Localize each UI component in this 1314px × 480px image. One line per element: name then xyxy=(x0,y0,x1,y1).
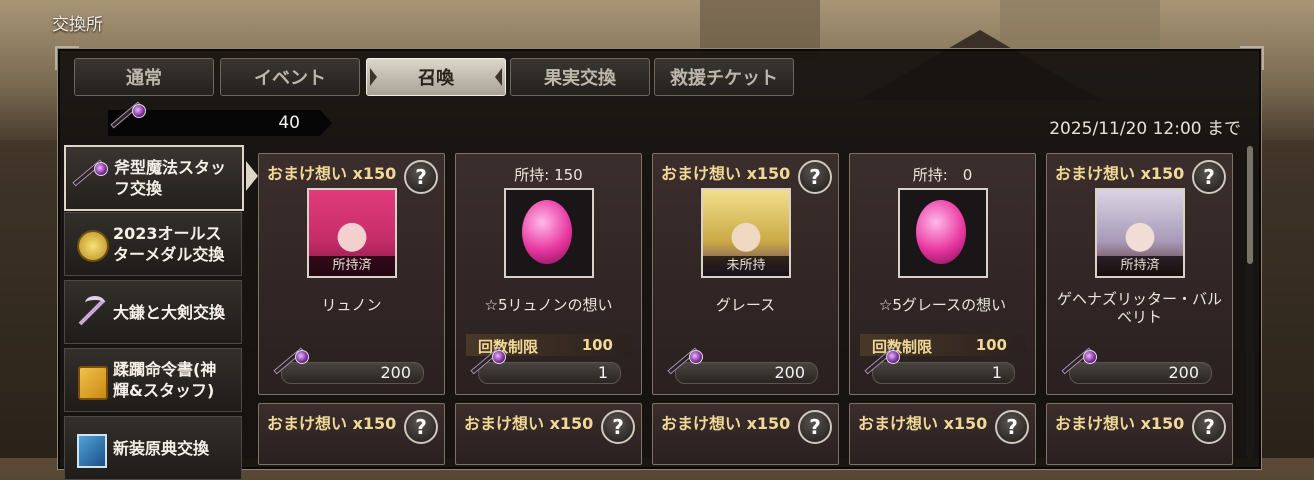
sidebar-item-label: 蹂躙命令書(神 輝&スタッフ) xyxy=(113,360,217,400)
window-title: 交換所 xyxy=(52,15,103,35)
panel-corner-ornament xyxy=(1240,46,1264,70)
help-button[interactable]: ? xyxy=(404,410,438,444)
bonus-label: おまけ想い x150 xyxy=(858,414,988,433)
staff-icon xyxy=(110,101,150,136)
tab-fruit-exchange[interactable]: 果実交換 xyxy=(510,58,650,96)
item-name: グレース xyxy=(715,296,776,314)
exchange-card[interactable]: おまけ想い x150 ? xyxy=(1046,403,1233,465)
tab-rescue-ticket[interactable]: 救援チケット xyxy=(654,58,794,96)
exchange-card[interactable]: おまけ想い x150 ? 未所持 グレース 200 xyxy=(652,153,839,395)
character-portrait: 所持済 xyxy=(1095,188,1185,278)
exchange-card[interactable]: おまけ想い x150 ? xyxy=(258,403,445,465)
help-button[interactable]: ? xyxy=(404,160,438,194)
sidebar-item-new-scripture[interactable]: 新装原典交換 xyxy=(64,416,242,480)
owned-count: 所持: 0 xyxy=(912,166,973,184)
help-button[interactable]: ? xyxy=(1192,160,1226,194)
bonus-label: おまけ想い x150 xyxy=(267,414,397,433)
exchange-card[interactable]: おまけ想い x150 ? 所持済 ゲヘナズリッター・バルベリト 200 xyxy=(1046,153,1233,395)
exchange-card[interactable]: おまけ想い x150 ? xyxy=(849,403,1036,465)
tab-summon[interactable]: 召喚 xyxy=(366,58,506,96)
staff-icon xyxy=(864,347,904,382)
bonus-label: おまけ想い x150 xyxy=(464,414,594,433)
sidebar-item-axe-staff[interactable]: 斧型魔法スタッ フ交換 xyxy=(64,145,258,211)
limit-value: 100 xyxy=(581,336,613,354)
bonus-label: おまけ想い x150 xyxy=(1055,164,1185,183)
memory-gem-icon xyxy=(504,188,594,278)
cost-value: 200 xyxy=(380,363,411,382)
sidebar-item-label: 大鎌と大剣交換 xyxy=(113,302,226,322)
help-button[interactable]: ? xyxy=(995,410,1029,444)
character-portrait: 所持済 xyxy=(307,188,397,278)
exchange-card[interactable]: おまけ想い x150 ? xyxy=(652,403,839,465)
limit-value: 100 xyxy=(975,336,1007,354)
item-name: ☆5グレースの想い xyxy=(878,296,1007,314)
cost-value: 1 xyxy=(597,363,608,382)
character-portrait: 未所持 xyxy=(701,188,791,278)
exchange-deadline: 2025/11/20 12:00 まで xyxy=(1049,119,1241,139)
book-icon xyxy=(71,428,111,468)
item-name: ゲヘナズリッター・バルベリト xyxy=(1056,290,1222,326)
staff-icon xyxy=(1061,347,1101,382)
staff-icon xyxy=(273,347,313,382)
exchange-card[interactable]: 所持: 0 ☆5グレースの想い 回数制限 100 1 xyxy=(849,153,1036,395)
sidebar-item-label: 新装原典交換 xyxy=(113,438,210,458)
exchange-card[interactable]: 所持: 150 ☆5リュノンの想い 回数制限 100 1 xyxy=(455,153,642,395)
tab-normal[interactable]: 通常 xyxy=(74,58,214,96)
medal-icon xyxy=(71,224,111,264)
item-name: ☆5リュノンの想い xyxy=(484,296,613,314)
help-button[interactable]: ? xyxy=(798,410,832,444)
exchange-card[interactable]: おまけ想い x150 ? xyxy=(455,403,642,465)
help-button[interactable]: ? xyxy=(601,410,635,444)
ownership-tag: 未所持 xyxy=(703,256,789,276)
scroll-thumb[interactable] xyxy=(1247,146,1253,264)
cost-value: 1 xyxy=(991,363,1002,382)
scrollbar[interactable] xyxy=(1246,144,1254,458)
memory-gem-icon xyxy=(898,188,988,278)
bonus-label: おまけ想い x150 xyxy=(661,414,791,433)
ownership-tag: 所持済 xyxy=(309,256,395,276)
bonus-label: おまけ想い x150 xyxy=(1055,414,1185,433)
item-name: リュノン xyxy=(321,296,382,314)
staff-icon xyxy=(470,347,510,382)
currency-display: 40 xyxy=(108,101,332,136)
bonus-label: おまけ想い x150 xyxy=(267,164,397,183)
sidebar-item-allstar-medal[interactable]: 2023オールス ターメダル交換 xyxy=(64,212,242,276)
sidebar-item-scythe-sword[interactable]: 大鎌と大剣交換 xyxy=(64,280,242,344)
sidebar-item-label: 斧型魔法スタッ フ交換 xyxy=(114,158,227,198)
ownership-tag: 所持済 xyxy=(1097,256,1183,276)
bonus-label: おまけ想い x150 xyxy=(661,164,791,183)
help-button[interactable]: ? xyxy=(1192,410,1226,444)
sidebar-item-order-scroll[interactable]: 蹂躙命令書(神 輝&スタッフ) xyxy=(64,348,242,412)
sidebar-item-label: 2023オールス ターメダル交換 xyxy=(113,224,225,264)
cost-value: 200 xyxy=(774,363,805,382)
tab-event[interactable]: イベント xyxy=(220,58,360,96)
help-button[interactable]: ? xyxy=(798,160,832,194)
staff-icon xyxy=(667,347,707,382)
cost-value: 200 xyxy=(1168,363,1199,382)
scroll-icon xyxy=(71,360,111,400)
staff-icon xyxy=(72,158,112,198)
scythe-icon xyxy=(71,292,111,332)
currency-amount: 40 xyxy=(278,113,300,133)
owned-count: 所持: 150 xyxy=(514,166,583,184)
exchange-card[interactable]: おまけ想い x150 ? 所持済 リュノン 200 xyxy=(258,153,445,395)
